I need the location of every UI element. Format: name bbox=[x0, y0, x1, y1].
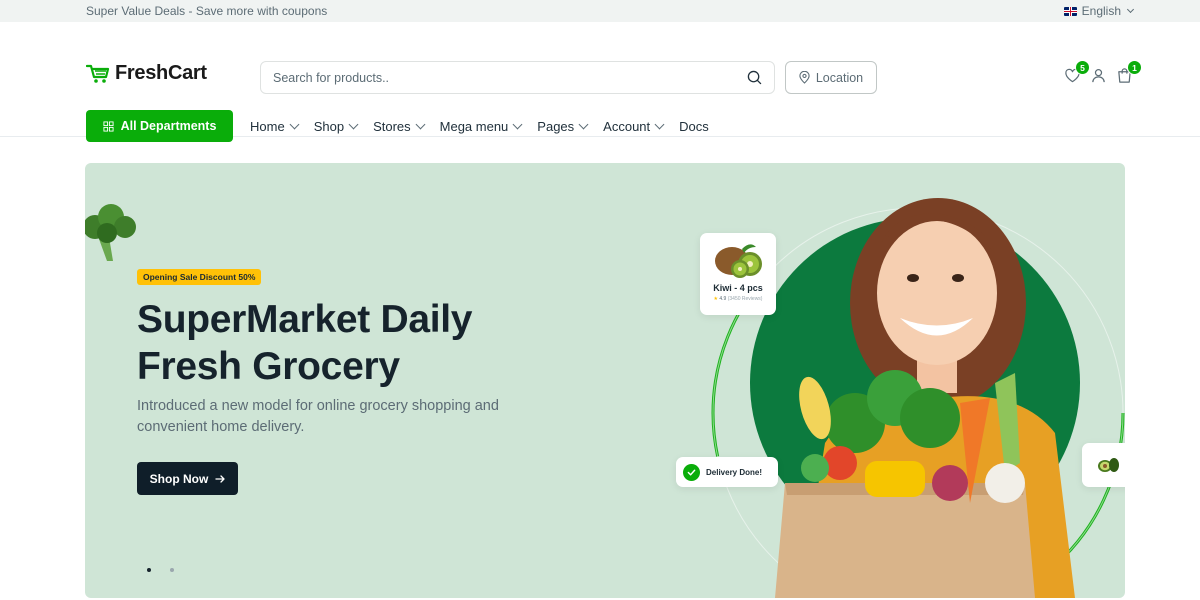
language-selector[interactable]: English bbox=[1063, 4, 1135, 18]
cart-button[interactable]: 1 bbox=[1116, 60, 1142, 84]
location-button[interactable]: Location bbox=[785, 61, 877, 94]
logo[interactable]: FreshCart bbox=[86, 62, 207, 85]
all-departments-button[interactable]: All Departments bbox=[86, 110, 233, 142]
header: FreshCart Location 5 1 All Departments H… bbox=[0, 22, 1200, 142]
kiwi-reviews: (3450 Reviews) bbox=[727, 296, 763, 302]
header-actions: 5 1 bbox=[1064, 60, 1142, 84]
nav-item-account[interactable]: Account bbox=[603, 118, 665, 134]
nav-item-label: Shop bbox=[313, 118, 345, 134]
shop-now-button[interactable]: Shop Now bbox=[137, 462, 238, 495]
nav-item-pages[interactable]: Pages bbox=[537, 118, 589, 134]
nav-item-label: Stores bbox=[373, 118, 411, 134]
delivery-status-card: Delivery Done! bbox=[676, 457, 778, 487]
language-label: English bbox=[1081, 4, 1121, 18]
sale-badge: Opening Sale Discount 50% bbox=[137, 269, 262, 285]
carousel-indicators bbox=[147, 568, 174, 572]
logo-text: FreshCart bbox=[115, 62, 207, 84]
search-bar bbox=[260, 61, 775, 94]
check-circle-icon bbox=[683, 463, 700, 481]
chevron-down-icon bbox=[289, 119, 300, 130]
map-pin-icon bbox=[799, 71, 810, 84]
nav-item-label: Home bbox=[250, 118, 285, 134]
chevron-down-icon bbox=[415, 119, 426, 130]
nav-menu: Home Shop Stores Mega menu Pages Account… bbox=[250, 119, 725, 134]
avocado-product-card[interactable] bbox=[1082, 443, 1125, 487]
uk-flag-icon bbox=[1063, 6, 1077, 16]
nav-item-docs[interactable]: Docs bbox=[679, 119, 709, 134]
delivery-status-label: Delivery Done! bbox=[706, 467, 763, 477]
carousel-dot[interactable] bbox=[170, 568, 174, 572]
nav-item-mega-menu[interactable]: Mega menu bbox=[439, 118, 523, 134]
top-bar: Super Value Deals - Save more with coupo… bbox=[0, 0, 1200, 22]
wishlist-count-badge: 5 bbox=[1075, 60, 1090, 75]
chevron-down-icon bbox=[348, 119, 359, 130]
kiwi-product-name: Kiwi - 4 pcs bbox=[713, 283, 763, 293]
avocado-image bbox=[1098, 458, 1119, 472]
chevron-down-icon bbox=[512, 119, 523, 130]
nav-item-label: Docs bbox=[679, 118, 709, 134]
nav-item-label: Mega menu bbox=[439, 118, 509, 134]
shop-now-label: Shop Now bbox=[149, 471, 209, 486]
all-departments-label: All Departments bbox=[120, 119, 217, 133]
chevron-down-icon bbox=[654, 119, 665, 130]
hero-title: SuperMarket Daily Fresh Grocery bbox=[137, 298, 473, 388]
hero-banner: Opening Sale Discount 50% SuperMarket Da… bbox=[85, 163, 1125, 598]
main-navigation: All Departments Home Shop Stores Mega me… bbox=[86, 110, 725, 142]
chevron-down-icon bbox=[1126, 5, 1135, 14]
kiwi-rating: ★ 4.9 (3450 Reviews) bbox=[714, 296, 763, 302]
kiwi-product-card[interactable]: Kiwi - 4 pcs ★ 4.9 (3450 Reviews) bbox=[700, 233, 776, 315]
star-icon: ★ bbox=[713, 296, 718, 302]
search-icon[interactable] bbox=[747, 70, 762, 85]
nav-item-label: Pages bbox=[537, 118, 575, 134]
nav-item-shop[interactable]: Shop bbox=[313, 118, 359, 134]
kiwi-rating-value: 4.9 bbox=[719, 296, 727, 302]
carousel-dot[interactable] bbox=[147, 568, 151, 572]
location-label: Location bbox=[815, 70, 864, 85]
kiwi-image bbox=[715, 244, 762, 278]
arrow-right-icon bbox=[215, 474, 225, 483]
chevron-down-icon bbox=[578, 119, 589, 130]
account-button[interactable] bbox=[1090, 67, 1107, 84]
user-icon bbox=[1092, 69, 1105, 83]
grid-icon bbox=[103, 120, 114, 132]
promo-text: Super Value Deals - Save more with coupo… bbox=[86, 4, 328, 18]
search-input[interactable] bbox=[273, 70, 747, 85]
hero-subtitle: Introduced a new model for online grocer… bbox=[137, 398, 499, 435]
nav-item-stores[interactable]: Stores bbox=[373, 118, 426, 134]
wishlist-button[interactable]: 5 bbox=[1064, 60, 1090, 84]
broccoli-image bbox=[85, 204, 136, 261]
nav-item-label: Account bbox=[603, 118, 651, 134]
cart-logo-icon bbox=[86, 64, 110, 83]
nav-item-home[interactable]: Home bbox=[250, 118, 300, 134]
cart-count-badge: 1 bbox=[1127, 60, 1142, 75]
